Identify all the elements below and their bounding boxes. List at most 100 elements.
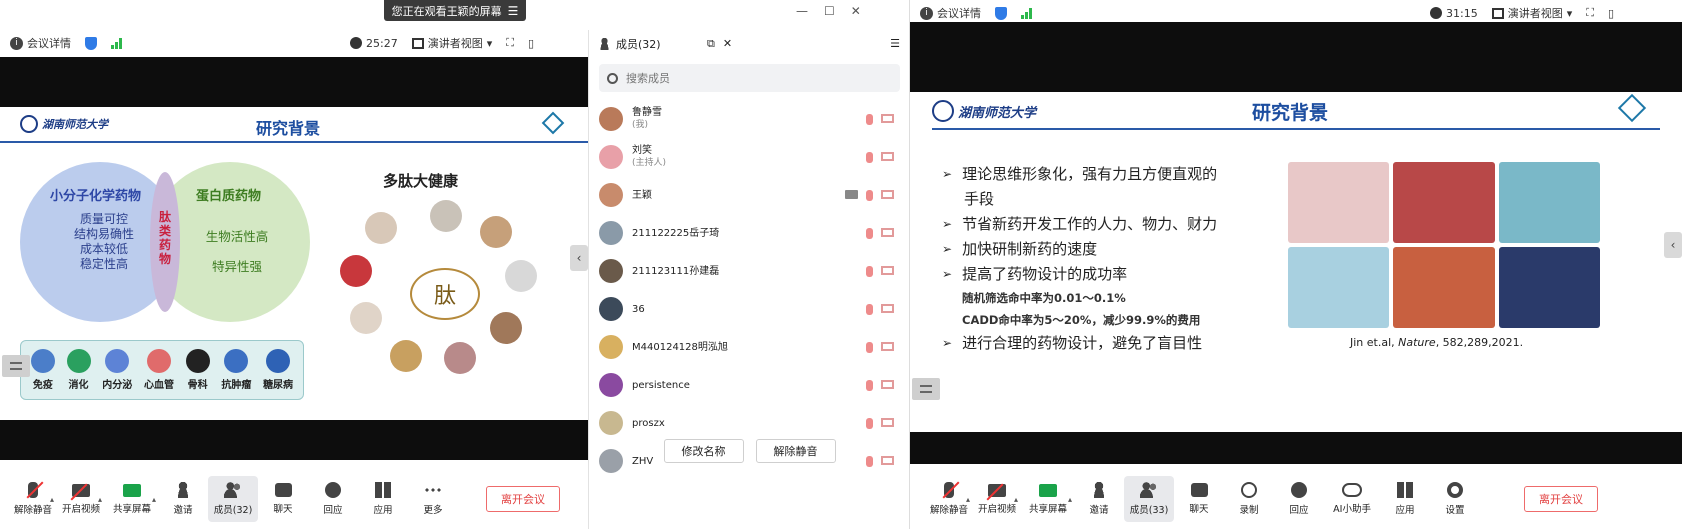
chevron-up-icon[interactable]: ▴ [1014,495,1018,504]
peptide-photo [365,212,397,244]
member-search-input[interactable] [626,71,846,85]
members-button[interactable]: 成员(33) [1124,476,1175,522]
meeting-timer: 31:15 [1446,6,1478,20]
chevron-up-icon[interactable]: ▴ [1068,495,1072,504]
record-button[interactable]: 录制 [1224,476,1274,522]
chevron-up-icon[interactable]: ▴ [50,495,54,504]
category-endocrine: 内分泌 [102,349,132,391]
slide-header: 湖南师范大学 研究背景 [0,107,588,143]
close-icon[interactable]: ✕ [851,4,861,18]
member-name-block: proszx [632,417,866,430]
chevron-up-icon[interactable]: ▴ [966,495,970,504]
venn-right-line: 生物活性高 [205,229,269,244]
member-name: 211122225岳子琦 [632,227,720,239]
rename-button[interactable]: 修改名称 [663,439,744,463]
menu-icon[interactable]: ☰ [890,37,900,51]
member-name: 211123111孙建磊 [632,265,720,277]
apps-label: 应用 [373,505,393,516]
member-row[interactable]: 211123111孙建磊 [589,252,909,290]
member-row[interactable]: proszx [589,404,909,442]
react-button[interactable]: 回应 [308,476,358,522]
member-row[interactable]: 36 [589,290,909,328]
chat-button[interactable]: 聊天 [258,476,308,522]
collapse-panel-tab[interactable]: ‹ [570,245,588,271]
peptide-photo [480,216,512,248]
bullet-subline: 随机筛选命中率为0.01～0.1% [962,291,1126,305]
camera-off-icon[interactable] [881,189,894,199]
members-button[interactable]: 成员(32) [208,476,259,522]
mic-muted-icon[interactable] [866,379,873,391]
settings-button[interactable]: 设置 [1430,476,1480,522]
mic-muted-icon[interactable] [866,113,873,125]
member-row[interactable]: 鲁静雪 (我) [589,100,909,138]
chat-button[interactable]: 聊天 [1174,476,1224,522]
layout-icon[interactable]: ▯ [1608,7,1614,20]
member-row[interactable]: 王颖 [589,176,909,214]
meeting-info-button[interactable]: i 会议详情 [920,5,981,21]
apps-button[interactable]: 应用 [358,476,408,522]
bullet-item: ➢ 理论思维形象化，强有力且方便直观的 [942,165,1218,183]
view-mode-button[interactable]: 演讲者视图 ▾ [1491,5,1572,21]
fullscreen-icon[interactable]: ⛶ [1586,6,1594,20]
view-mode-button[interactable]: 演讲者视图 ▾ [411,35,492,51]
member-row[interactable]: M440124128明泓旭 [589,328,909,366]
camera-off-icon[interactable] [881,113,894,123]
camera-off-icon[interactable] [881,265,894,275]
chevron-up-icon[interactable]: ▴ [98,495,102,504]
member-row[interactable]: persistence [589,366,909,404]
mic-muted-icon[interactable] [866,151,873,163]
mic-muted-icon[interactable] [866,417,873,429]
fullscreen-icon[interactable]: ⛶ [506,36,514,50]
meeting-info-button[interactable]: i 会议详情 [10,35,71,51]
list-toggle-tab[interactable] [912,378,940,400]
popout-icon[interactable]: ⧉ [707,37,715,51]
venn-mid-label: 肽 类 药 物 [156,210,174,266]
maximize-icon[interactable]: ☐ [824,4,835,18]
camera-off-icon[interactable] [881,303,894,313]
close-panel-icon[interactable]: ✕ [723,37,732,51]
meeting-timer: 25:27 [366,36,398,50]
mic-muted-icon[interactable] [866,303,873,315]
mic-muted-icon[interactable] [866,189,873,201]
chevron-up-icon[interactable]: ▴ [152,495,156,504]
minimize-icon[interactable]: — [796,4,808,18]
meeting-window-left: 您正在观看王颖的屏幕 ☰ — ☐ ✕ i 会议详情 25:27 演讲者视图 ▾ … [0,0,910,529]
shield-icon[interactable] [85,36,97,50]
camera-off-icon[interactable] [881,227,894,237]
member-search[interactable] [599,64,900,92]
camera-off-icon[interactable] [881,379,894,389]
camera-off-icon[interactable] [881,417,894,427]
share-screen-icon [123,483,142,497]
mic-muted-icon[interactable] [866,227,873,239]
view-icon [411,37,424,49]
mic-muted-icon[interactable] [866,265,873,277]
more-button[interactable]: 更多 [408,476,458,522]
share-banner-text: 您正在观看王颖的屏幕 [391,4,502,18]
banner-menu-icon[interactable]: ☰ [508,4,519,18]
expand-panel-tab[interactable]: ‹ [1664,232,1682,258]
member-row[interactable]: 211122225岳子琦 [589,214,909,252]
camera-off-icon[interactable] [881,151,894,161]
member-name: 刘笑 [632,145,652,156]
member-row[interactable]: 刘笑 (主持人) [589,138,909,176]
member-name: persistence [632,379,690,391]
leave-meeting-button[interactable]: 离开会议 [486,486,561,512]
leave-meeting-button[interactable]: 离开会议 [1524,486,1599,512]
ai-assistant-button[interactable]: AI小助手 [1324,476,1380,522]
signal-icon[interactable] [1021,7,1032,19]
apps-button[interactable]: 应用 [1380,476,1430,522]
invite-button[interactable]: 邀请 [1074,476,1124,522]
list-toggle-tab[interactable] [2,355,30,377]
mic-muted-icon[interactable] [866,341,873,353]
invite-button[interactable]: 邀请 [158,476,208,522]
camera-off-icon[interactable] [881,341,894,351]
layout-icon[interactable]: ▯ [528,37,534,50]
shield-icon[interactable] [995,6,1007,20]
screen-share-banner[interactable]: 您正在观看王颖的屏幕 ☰ [384,0,526,21]
chevron-left-icon: ‹ [1670,238,1676,252]
members-label: 成员(33) [1129,505,1169,516]
unmute-all-button[interactable]: 解除静音 [755,439,836,463]
peptide-photo [350,302,382,334]
signal-icon[interactable] [111,37,122,49]
react-button[interactable]: 回应 [1274,476,1324,522]
